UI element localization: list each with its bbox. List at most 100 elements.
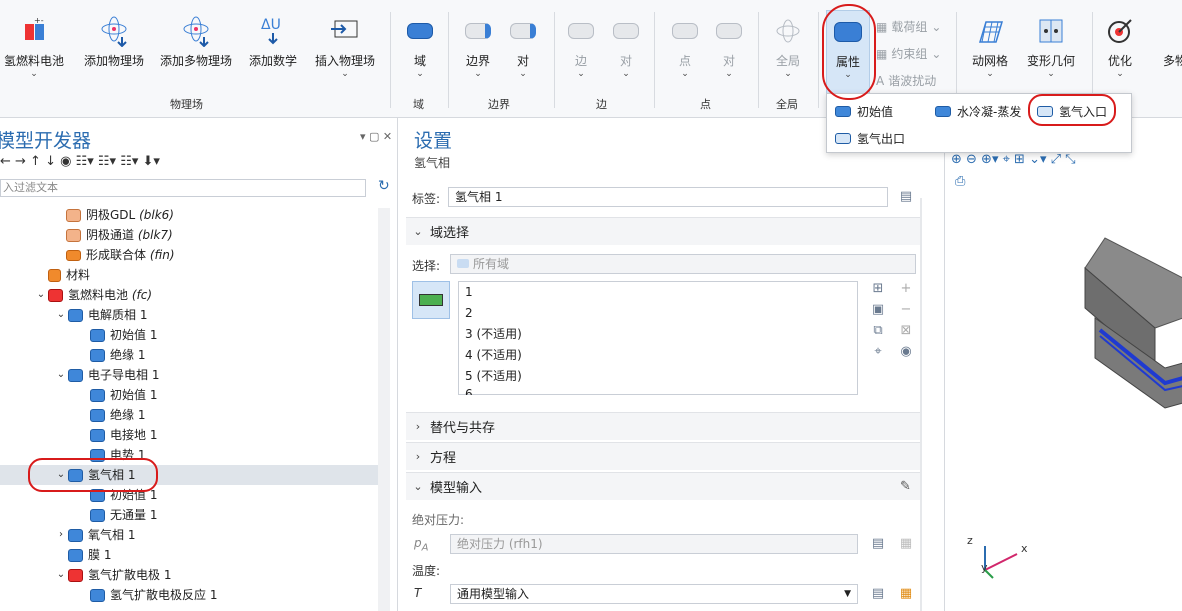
tree-node-electronic-phase[interactable]: ⌄ 电子导电相 1 xyxy=(54,365,160,385)
fuel-cell-button[interactable]: +- 氢燃料电池 ⌄ xyxy=(4,14,64,79)
multiphysics-partial-button[interactable]: 多物 xyxy=(1160,14,1182,69)
grid-icon[interactable]: ▦ xyxy=(898,586,914,602)
tree-node-cathode-channel[interactable]: 阴极通道 (blk7) xyxy=(66,225,173,245)
edge-pair-button[interactable]: 对 ⌄ xyxy=(610,14,642,79)
load-group-button[interactable]: ▦ 载荷组 ⌄ xyxy=(876,18,941,35)
insert-physics-button[interactable]: 插入物理场 ⌄ xyxy=(312,14,378,79)
tree-node-h2-gde[interactable]: ⌄ 氢气扩散电极 1 xyxy=(54,565,172,585)
tree-node-insulation[interactable]: 绝缘 1 xyxy=(90,345,145,365)
block-icon xyxy=(66,228,81,242)
chevron-down-icon[interactable]: ⌄ xyxy=(34,285,48,305)
variable-icon[interactable]: ▤ xyxy=(870,586,886,602)
tree-node-initial-values[interactable]: 初始值 1 xyxy=(90,325,157,345)
variable-icon[interactable]: ▤ xyxy=(870,536,886,552)
tree-node-form-union[interactable]: 形成联合体 (fin) xyxy=(66,245,175,265)
chevron-down-icon: ⌄ xyxy=(1047,69,1055,79)
menu-item-initial-values[interactable]: 初始值 xyxy=(835,103,893,120)
domain-list[interactable]: 1 2 3 (不适用) 4 (不适用) 5 (不适用) 6 xyxy=(458,281,858,395)
panel-window-controls[interactable]: ▾ ▢ ✕ xyxy=(360,130,392,143)
menu-item-hydrogen-outlet[interactable]: 氢气出口 xyxy=(835,130,905,147)
domain-button[interactable]: 域 ⌄ xyxy=(402,14,438,79)
label-edit-icon[interactable]: ▤ xyxy=(898,189,914,205)
abs-pressure-dropdown[interactable]: 绝对压力 (rfh1) xyxy=(450,534,858,554)
add-multiphysics-button[interactable]: 添加多物理场 xyxy=(156,14,236,69)
boundary-pair-button[interactable]: 对 ⌄ xyxy=(506,14,540,79)
group-label-global: 全局 xyxy=(776,98,798,111)
edge-button[interactable]: 边 ⌄ xyxy=(566,14,596,79)
point-button[interactable]: 点 ⌄ xyxy=(668,14,702,79)
geometry-view[interactable] xyxy=(1065,218,1182,428)
remove-icon[interactable]: − xyxy=(898,302,914,318)
list-item[interactable]: 2 xyxy=(459,303,857,324)
delta-u-icon: ΔU xyxy=(246,14,300,48)
section-model-input[interactable]: ⌄ 模型输入 ✎ xyxy=(406,472,922,500)
tree-node-ground[interactable]: 电接地 1 xyxy=(90,425,157,445)
filter-input[interactable]: 入过滤文本 xyxy=(0,179,366,197)
list-item[interactable]: 1 xyxy=(459,282,857,303)
chevron-down-icon[interactable]: ⌄ xyxy=(54,305,68,325)
edit-icon[interactable]: ✎ xyxy=(900,479,911,494)
menu-item-water-condensation[interactable]: 水冷凝-蒸发 xyxy=(935,103,1021,120)
label-field[interactable]: 氢气相 1 xyxy=(448,187,888,207)
tree-node-insulation[interactable]: 绝缘 1 xyxy=(90,405,145,425)
select-icon[interactable]: ⊞ xyxy=(870,281,886,297)
point-icon xyxy=(668,14,702,48)
tree-scrollbar[interactable] xyxy=(378,208,390,611)
settings-scrollbar[interactable] xyxy=(920,198,922,611)
optimization-button[interactable]: 优化 ⌄ xyxy=(1102,14,1138,79)
global-button[interactable]: 全局 ⌄ xyxy=(770,14,806,79)
tree-node-fuel-cell[interactable]: ⌄ 氢燃料电池 (fc) xyxy=(34,285,152,305)
clear-icon[interactable]: ⊠ xyxy=(898,323,914,339)
moving-mesh-button[interactable]: 动网格 ⌄ xyxy=(968,14,1012,79)
tree-node-membrane[interactable]: 膜 1 xyxy=(68,545,111,565)
tree-node-materials[interactable]: 材料 xyxy=(48,265,90,285)
grid-icon[interactable]: ▦ xyxy=(898,536,914,552)
section-domain-selection[interactable]: ⌄ 域选择 xyxy=(406,217,922,245)
chevron-down-icon: ⌄ xyxy=(413,480,423,493)
tree-node-cathode-gdl[interactable]: 阴极GDL (blk6) xyxy=(66,205,174,225)
domain-feature-icon xyxy=(68,308,83,322)
chevron-down-icon[interactable]: ⌄ xyxy=(54,565,68,585)
active-selection-toggle[interactable] xyxy=(412,281,450,319)
boundary-button[interactable]: 边界 ⌄ xyxy=(460,14,496,79)
tree-node-electrolyte[interactable]: ⌄ 电解质相 1 xyxy=(54,305,148,325)
toggle-icon xyxy=(419,294,443,306)
list-item[interactable]: 3 (不适用) xyxy=(459,324,857,345)
section-equation[interactable]: › 方程 xyxy=(406,442,922,470)
domain-feature-icon xyxy=(68,528,83,542)
annotation-circle xyxy=(1028,94,1116,126)
add-math-button[interactable]: ΔU 添加数学 xyxy=(246,14,300,69)
tree-node-oxygen-phase[interactable]: › 氧气相 1 xyxy=(54,525,135,545)
copy-icon[interactable]: ▣ xyxy=(870,302,886,318)
tree-node-initial-values[interactable]: 初始值 1 xyxy=(90,385,157,405)
chevron-down-icon: ⌄ xyxy=(681,69,689,79)
harmonic-perturbation-button[interactable]: A 谐波扰动 xyxy=(876,72,936,89)
fuel-cell-icon: +- xyxy=(4,14,64,48)
add-physics-button[interactable]: 添加物理场 xyxy=(78,14,150,69)
add-icon[interactable]: + xyxy=(898,281,914,297)
list-item[interactable]: 6 xyxy=(459,387,857,395)
list-item[interactable]: 4 (不适用) xyxy=(459,345,857,366)
tree-toolbar[interactable]: ← → ↑ ↓ ◉ ☷▾ ☷▾ ☷▾ ⬇▾ xyxy=(0,154,160,169)
tree-node-h2-gde-reaction[interactable]: 氢气扩散电极反应 1 xyxy=(90,585,217,605)
zoom-to-selection-icon[interactable]: ⌖ xyxy=(870,344,886,360)
chevron-down-icon[interactable]: ⌄ xyxy=(54,365,68,385)
eye-icon[interactable]: ◉ xyxy=(898,344,914,360)
paste-icon[interactable]: ⧉ xyxy=(870,323,886,339)
boundary-feature-icon xyxy=(90,408,105,422)
print-icon[interactable]: ⎙ xyxy=(955,174,965,189)
divider xyxy=(758,12,759,108)
constraint-group-button[interactable]: ▦ 约束组 ⌄ xyxy=(876,45,941,62)
selection-dropdown[interactable]: 所有域 xyxy=(450,254,916,274)
tree-node-no-flux[interactable]: 无通量 1 xyxy=(90,505,157,525)
boundary-feature-icon xyxy=(90,508,105,522)
refresh-icon[interactable]: ↻ xyxy=(378,178,390,194)
chevron-right-icon[interactable]: › xyxy=(54,525,68,545)
section-override[interactable]: › 替代与共存 xyxy=(406,412,922,440)
point-pair-button[interactable]: 对 ⌄ xyxy=(712,14,746,79)
list-item[interactable]: 5 (不适用) xyxy=(459,366,857,387)
abs-pressure-caption: 绝对压力: xyxy=(412,513,465,527)
deformed-geometry-button[interactable]: 变形几何 ⌄ xyxy=(1024,14,1078,79)
graphics-toolbar[interactable]: ⊕ ⊖ ⊕▾ ⌖ ⊞ ⌄▾ ⤢ ⤡ xyxy=(951,152,1076,167)
temperature-dropdown[interactable]: 通用模型输入 ▼ xyxy=(450,584,858,604)
